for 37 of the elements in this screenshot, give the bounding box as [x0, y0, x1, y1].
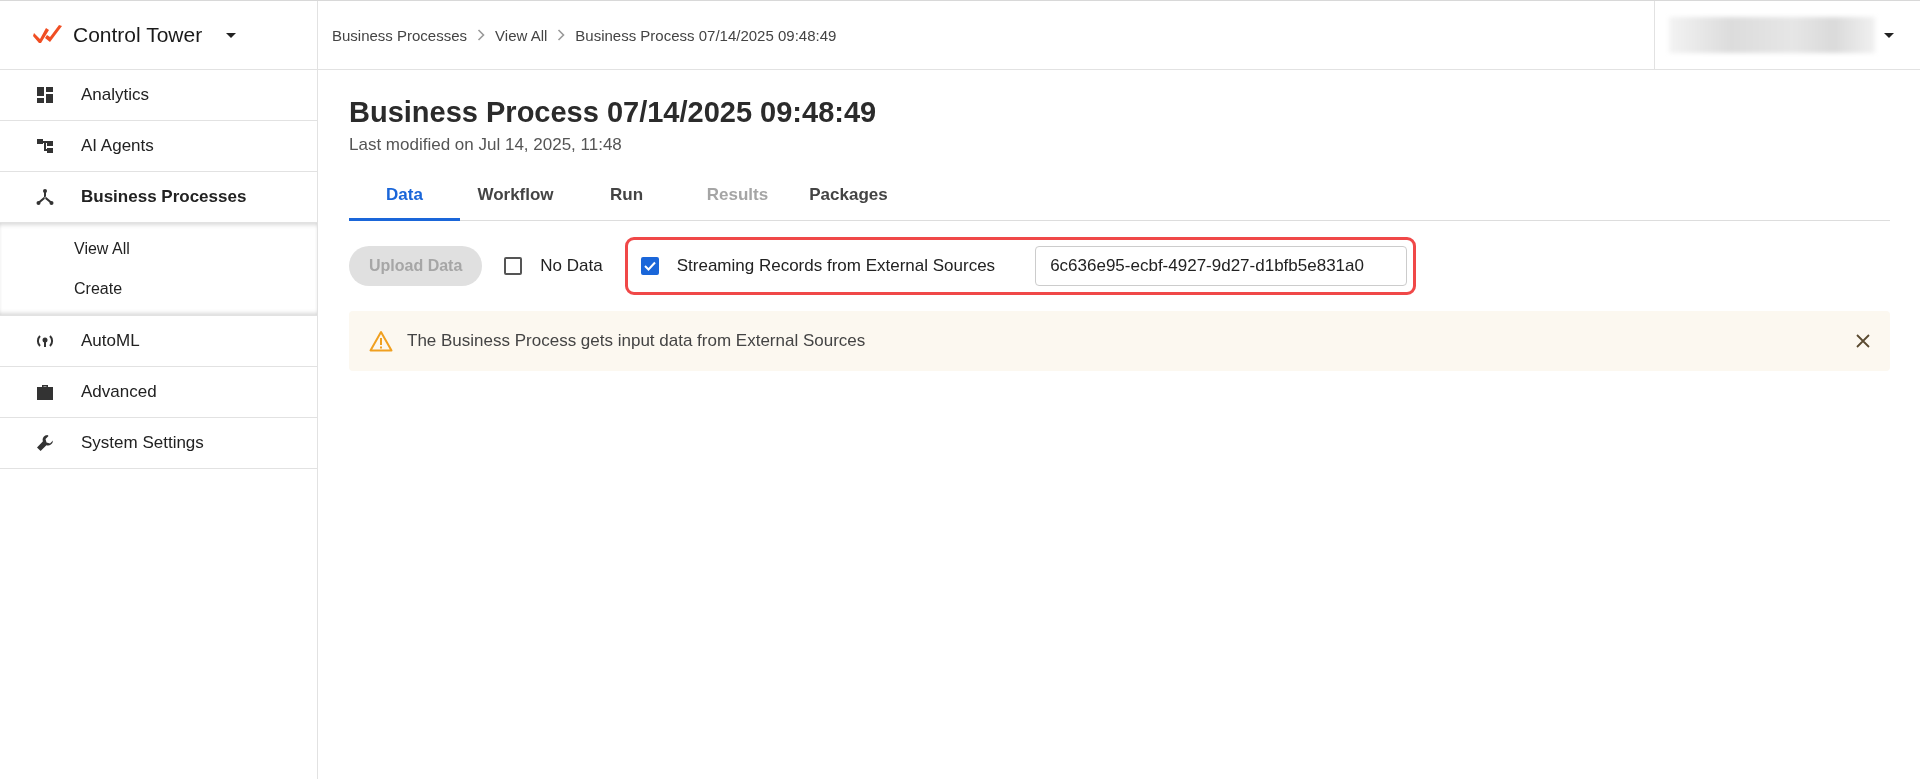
wrench-icon — [36, 434, 54, 452]
checkmark-icon — [643, 261, 656, 271]
nav-item[interactable]: AutoML — [0, 316, 317, 367]
page-title: Business Process 07/14/2025 09:48:49 — [349, 96, 878, 129]
user-menu-caret-icon — [1884, 32, 1894, 38]
hierarchy-icon — [36, 137, 54, 155]
tab[interactable]: Packages — [793, 174, 904, 221]
chevron-right-icon — [477, 29, 486, 41]
logo-icon — [33, 25, 63, 45]
breadcrumb-link[interactable]: View All — [495, 26, 548, 44]
submenu-item[interactable]: Create — [0, 269, 317, 309]
chevron-right-icon — [557, 29, 566, 41]
nav-item[interactable]: System Settings — [0, 418, 317, 469]
last-modified-text: Last modified on Jul 14, 2025, 11:48 — [349, 135, 623, 155]
close-icon[interactable] — [1856, 334, 1870, 348]
source-id-field[interactable]: 6c636e95-ecbf-4927-9d27-d1bfb5e831a0 — [1035, 246, 1408, 286]
checkbox[interactable] — [640, 257, 659, 275]
briefcase-icon — [36, 383, 54, 401]
nav-item[interactable]: AI Agents — [0, 121, 317, 172]
tab[interactable]: Run — [571, 174, 682, 221]
tab[interactable]: Workflow — [460, 174, 571, 221]
nav-item[interactable]: Business Processes — [0, 172, 317, 223]
submenu-item[interactable]: View All — [0, 229, 317, 269]
app-name[interactable]: Control Tower — [73, 23, 203, 47]
checkbox[interactable] — [504, 257, 523, 275]
warning-icon — [369, 330, 393, 352]
dashboard-icon — [36, 86, 54, 104]
branch-icon — [36, 188, 54, 206]
checkbox-label: Streaming Records from External Sources — [676, 256, 996, 276]
nav-item[interactable]: Analytics — [0, 70, 317, 121]
alert-message: The Business Process gets input data from External Sources — [407, 331, 867, 351]
breadcrumb-link[interactable]: Business Processes — [332, 26, 468, 44]
tab[interactable]: Data — [349, 174, 460, 221]
nav-item[interactable]: Advanced — [0, 367, 317, 418]
dropdown-caret-icon — [226, 32, 237, 38]
breadcrumb-current[interactable]: Business Process 07/14/2025 09:48:49 — [575, 26, 837, 44]
checkbox-label: No Data — [540, 256, 603, 276]
